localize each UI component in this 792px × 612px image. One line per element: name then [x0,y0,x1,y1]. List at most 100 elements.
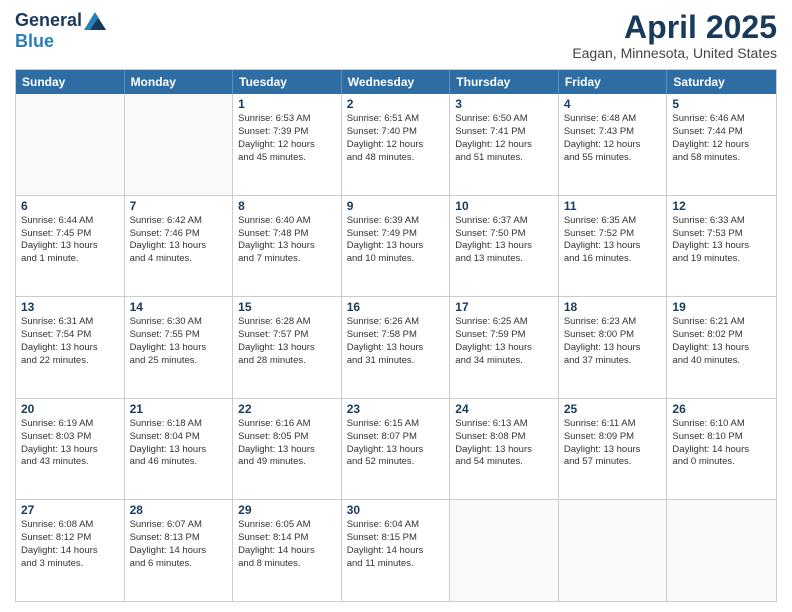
calendar-body: 1 Sunrise: 6:53 AM Sunset: 7:39 PM Daylig… [16,94,776,601]
day-content: Sunrise: 6:40 AM Sunset: 7:48 PM Dayligh… [238,215,336,266]
calendar-empty-cell [667,500,776,601]
calendar-day-4: 4 Sunrise: 6:48 AM Sunset: 7:43 PM Daylig… [559,94,668,195]
calendar-day-30: 30 Sunrise: 6:04 AM Sunset: 8:15 PM Dayli… [342,500,451,601]
day-content: Sunrise: 6:53 AM Sunset: 7:39 PM Dayligh… [238,113,336,164]
day-number: 25 [564,402,662,416]
header-day-saturday: Saturday [667,70,776,94]
day-content: Sunrise: 6:30 AM Sunset: 7:55 PM Dayligh… [130,316,228,367]
day-content: Sunrise: 6:05 AM Sunset: 8:14 PM Dayligh… [238,519,336,570]
day-content: Sunrise: 6:04 AM Sunset: 8:15 PM Dayligh… [347,519,445,570]
calendar-empty-cell [450,500,559,601]
day-number: 9 [347,199,445,213]
day-number: 29 [238,503,336,517]
day-content: Sunrise: 6:37 AM Sunset: 7:50 PM Dayligh… [455,215,553,266]
header-day-friday: Friday [559,70,668,94]
calendar-day-16: 16 Sunrise: 6:26 AM Sunset: 7:58 PM Dayli… [342,297,451,398]
title-block: April 2025 Eagan, Minnesota, United Stat… [572,10,777,61]
logo-icon [84,12,106,30]
calendar-day-25: 25 Sunrise: 6:11 AM Sunset: 8:09 PM Dayli… [559,399,668,500]
calendar-day-13: 13 Sunrise: 6:31 AM Sunset: 7:54 PM Dayli… [16,297,125,398]
logo: General Blue [15,10,106,52]
day-number: 20 [21,402,119,416]
day-content: Sunrise: 6:21 AM Sunset: 8:02 PM Dayligh… [672,316,771,367]
day-number: 10 [455,199,553,213]
day-number: 24 [455,402,553,416]
day-content: Sunrise: 6:31 AM Sunset: 7:54 PM Dayligh… [21,316,119,367]
day-number: 16 [347,300,445,314]
day-content: Sunrise: 6:13 AM Sunset: 8:08 PM Dayligh… [455,418,553,469]
day-number: 30 [347,503,445,517]
calendar-day-24: 24 Sunrise: 6:13 AM Sunset: 8:08 PM Dayli… [450,399,559,500]
day-number: 27 [21,503,119,517]
day-content: Sunrise: 6:15 AM Sunset: 8:07 PM Dayligh… [347,418,445,469]
day-number: 6 [21,199,119,213]
calendar-day-26: 26 Sunrise: 6:10 AM Sunset: 8:10 PM Dayli… [667,399,776,500]
day-content: Sunrise: 6:16 AM Sunset: 8:05 PM Dayligh… [238,418,336,469]
logo-blue-text: Blue [15,31,54,51]
day-number: 11 [564,199,662,213]
logo-general-text: General [15,10,82,31]
day-number: 4 [564,97,662,111]
day-number: 17 [455,300,553,314]
page-header: General Blue April 2025 Eagan, Minnesota… [15,10,777,61]
calendar-day-19: 19 Sunrise: 6:21 AM Sunset: 8:02 PM Dayli… [667,297,776,398]
day-number: 14 [130,300,228,314]
calendar-day-6: 6 Sunrise: 6:44 AM Sunset: 7:45 PM Daylig… [16,196,125,297]
day-content: Sunrise: 6:26 AM Sunset: 7:58 PM Dayligh… [347,316,445,367]
calendar-day-15: 15 Sunrise: 6:28 AM Sunset: 7:57 PM Dayli… [233,297,342,398]
calendar-day-22: 22Sunrise: 6:16 AM Sunset: 8:05 PM Dayli… [233,399,342,500]
day-number: 21 [130,402,228,416]
day-content: Sunrise: 6:51 AM Sunset: 7:40 PM Dayligh… [347,113,445,164]
day-number: 2 [347,97,445,111]
day-number: 28 [130,503,228,517]
header-day-wednesday: Wednesday [342,70,451,94]
day-content: Sunrise: 6:10 AM Sunset: 8:10 PM Dayligh… [672,418,771,469]
calendar-day-17: 17 Sunrise: 6:25 AM Sunset: 7:59 PM Dayli… [450,297,559,398]
header-day-tuesday: Tuesday [233,70,342,94]
day-content: Sunrise: 6:33 AM Sunset: 7:53 PM Dayligh… [672,215,771,266]
day-content: Sunrise: 6:19 AM Sunset: 8:03 PM Dayligh… [21,418,119,469]
calendar-day-23: 23 Sunrise: 6:15 AM Sunset: 8:07 PM Dayli… [342,399,451,500]
calendar-empty-cell [559,500,668,601]
day-content: Sunrise: 6:18 AM Sunset: 8:04 PM Dayligh… [130,418,228,469]
calendar-week-2: 6 Sunrise: 6:44 AM Sunset: 7:45 PM Daylig… [16,196,776,298]
day-content: Sunrise: 6:23 AM Sunset: 8:00 PM Dayligh… [564,316,662,367]
day-number: 15 [238,300,336,314]
day-number: 8 [238,199,336,213]
calendar-empty-cell [16,94,125,195]
day-content: Sunrise: 6:39 AM Sunset: 7:49 PM Dayligh… [347,215,445,266]
day-number: 23 [347,402,445,416]
day-content: Sunrise: 6:44 AM Sunset: 7:45 PM Dayligh… [21,215,119,266]
day-content: Sunrise: 6:48 AM Sunset: 7:43 PM Dayligh… [564,113,662,164]
day-number: 19 [672,300,771,314]
day-content: Sunrise: 6:11 AM Sunset: 8:09 PM Dayligh… [564,418,662,469]
calendar-week-5: 27Sunrise: 6:08 AM Sunset: 8:12 PM Dayli… [16,500,776,601]
month-title: April 2025 [572,10,777,45]
day-number: 3 [455,97,553,111]
calendar-day-8: 8 Sunrise: 6:40 AM Sunset: 7:48 PM Daylig… [233,196,342,297]
calendar-day-20: 20 Sunrise: 6:19 AM Sunset: 8:03 PM Dayli… [16,399,125,500]
calendar-day-27: 27Sunrise: 6:08 AM Sunset: 8:12 PM Dayli… [16,500,125,601]
calendar-day-2: 2 Sunrise: 6:51 AM Sunset: 7:40 PM Daylig… [342,94,451,195]
day-number: 13 [21,300,119,314]
day-content: Sunrise: 6:35 AM Sunset: 7:52 PM Dayligh… [564,215,662,266]
calendar-empty-cell [125,94,234,195]
calendar-day-21: 21 Sunrise: 6:18 AM Sunset: 8:04 PM Dayli… [125,399,234,500]
calendar-day-9: 9 Sunrise: 6:39 AM Sunset: 7:49 PM Daylig… [342,196,451,297]
day-content: Sunrise: 6:28 AM Sunset: 7:57 PM Dayligh… [238,316,336,367]
day-number: 26 [672,402,771,416]
day-content: Sunrise: 6:25 AM Sunset: 7:59 PM Dayligh… [455,316,553,367]
day-number: 12 [672,199,771,213]
calendar-day-12: 12 Sunrise: 6:33 AM Sunset: 7:53 PM Dayli… [667,196,776,297]
day-content: Sunrise: 6:42 AM Sunset: 7:46 PM Dayligh… [130,215,228,266]
calendar-week-1: 1 Sunrise: 6:53 AM Sunset: 7:39 PM Daylig… [16,94,776,196]
day-number: 7 [130,199,228,213]
header-day-thursday: Thursday [450,70,559,94]
calendar-day-11: 11 Sunrise: 6:35 AM Sunset: 7:52 PM Dayli… [559,196,668,297]
day-content: Sunrise: 6:07 AM Sunset: 8:13 PM Dayligh… [130,519,228,570]
calendar-day-5: 5Sunrise: 6:46 AM Sunset: 7:44 PM Daylig… [667,94,776,195]
day-number: 18 [564,300,662,314]
calendar-header: SundayMondayTuesdayWednesdayThursdayFrid… [16,70,776,94]
day-number: 1 [238,97,336,111]
calendar-day-3: 3Sunrise: 6:50 AM Sunset: 7:41 PM Daylig… [450,94,559,195]
